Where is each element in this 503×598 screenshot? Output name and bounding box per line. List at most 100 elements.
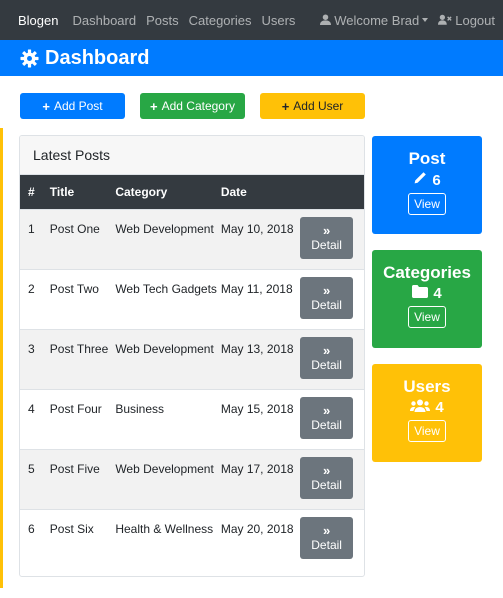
double-chevron-right-icon: » [322, 222, 331, 238]
row-date: May 17, 2018 [220, 461, 294, 476]
page-header: Dashboard [0, 40, 503, 76]
table-row: 4 Post Four Business May 15, 2018 » Detai… [20, 389, 364, 449]
plus-icon: + [42, 98, 50, 114]
view-users-button[interactable]: View [408, 420, 446, 442]
row-number: 3 [28, 341, 35, 356]
add-category-button[interactable]: + Add Category [140, 93, 245, 119]
double-chevron-right-icon: » [322, 402, 331, 418]
top-navbar: Blogen Dashboard Posts Categories Users … [0, 0, 503, 40]
welcome-text: Welcome Brad [334, 12, 420, 28]
double-chevron-right-icon: » [322, 342, 331, 358]
detail-label: Detail [311, 417, 342, 432]
user-dropdown[interactable]: Welcome Brad [320, 12, 429, 28]
user-times-icon [438, 13, 452, 28]
row-number: 2 [28, 281, 35, 296]
double-chevron-right-icon: » [322, 282, 331, 298]
nav-link-posts[interactable]: Posts [146, 13, 179, 28]
table-row: 6 Post Six Health & Wellness May 20, 201… [20, 509, 364, 569]
users-stat-card: Users 4 View [372, 364, 482, 462]
detail-label: Detail [311, 537, 342, 552]
view-posts-button[interactable]: View [408, 193, 446, 215]
row-category: Business [115, 401, 165, 416]
categories-stat-card: Categories 4 View [372, 250, 482, 348]
categories-stat-title: Categories [383, 263, 471, 282]
add-category-label: Add Category [161, 99, 235, 113]
detail-button[interactable]: » Detail [300, 216, 354, 259]
plus-icon: + [281, 98, 290, 114]
detail-label: Detail [311, 357, 342, 372]
row-number: 6 [28, 521, 35, 536]
posts-stat-title: Post [408, 149, 446, 168]
row-category: Web Development [115, 461, 214, 476]
row-date: May 20, 2018 [220, 521, 294, 536]
folder-icon [412, 285, 433, 302]
detail-button[interactable]: » Detail [300, 516, 354, 559]
column-header-actions [300, 175, 364, 209]
table-row: 2 Post Two Web Tech Gadgets May 11, 2018… [20, 269, 364, 329]
users-stat-count: 4 [435, 399, 444, 416]
column-header-category: Category [115, 184, 168, 199]
add-post-label: Add Post [53, 99, 103, 113]
row-category: Web Development [115, 221, 214, 236]
row-number: 4 [28, 401, 35, 416]
row-title: Post Four [49, 401, 102, 416]
double-chevron-right-icon: » [322, 522, 331, 538]
latest-posts-card: Latest Posts # Title Category Date 1 Pos… [19, 135, 365, 577]
pencil-icon [413, 171, 432, 189]
row-date: May 10, 2018 [220, 221, 294, 236]
add-user-label: Add User [293, 99, 344, 113]
double-chevron-right-icon: » [322, 462, 331, 478]
user-icon [320, 13, 332, 28]
page-title: Dashboard [20, 47, 149, 70]
nav-right: Welcome Brad Logout [320, 13, 495, 28]
caret-down-icon [422, 18, 429, 22]
detail-button[interactable]: » Detail [300, 336, 354, 379]
column-header-title: Title [49, 184, 75, 199]
gear-icon [20, 48, 39, 68]
table-row: 3 Post Three Web Development May 13, 201… [20, 329, 364, 389]
row-number: 5 [28, 461, 35, 476]
logout-label: Logout [455, 12, 495, 28]
detail-button[interactable]: » Detail [300, 456, 354, 499]
nav-link-dashboard[interactable]: Dashboard [72, 13, 136, 28]
view-categories-button[interactable]: View [408, 306, 446, 328]
brand-link[interactable]: Blogen [18, 13, 58, 28]
row-category: Web Tech Gadgets [115, 281, 217, 296]
detail-button[interactable]: » Detail [300, 396, 354, 439]
categories-stat-count-row: 4 [412, 285, 442, 302]
row-title: Post Two [49, 281, 99, 296]
page-title-text: Dashboard [45, 46, 150, 69]
column-header-number: # [28, 184, 35, 199]
categories-stat-count: 4 [433, 285, 442, 302]
users-icon [410, 399, 435, 416]
logout-link[interactable]: Logout [438, 13, 495, 28]
column-header-date: Date [220, 184, 247, 199]
latest-posts-title: Latest Posts [20, 136, 364, 175]
left-edge-strip [0, 128, 3, 588]
row-date: May 15, 2018 [220, 401, 294, 416]
row-title: Post Three [49, 341, 109, 356]
posts-stat-count: 6 [432, 171, 441, 189]
detail-label: Detail [311, 477, 342, 492]
nav-link-users[interactable]: Users [261, 13, 295, 28]
detail-label: Detail [311, 297, 342, 312]
table-row: 5 Post Five Web Development May 17, 2018… [20, 449, 364, 509]
users-stat-count-row: 4 [410, 399, 444, 416]
row-category: Web Development [115, 341, 214, 356]
table-header-row: # Title Category Date [20, 175, 364, 209]
detail-button[interactable]: » Detail [300, 276, 354, 319]
row-number: 1 [28, 221, 35, 236]
users-stat-title: Users [403, 377, 451, 396]
posts-table: # Title Category Date 1 Post One Web Dev… [20, 175, 364, 569]
add-user-button[interactable]: + Add User [260, 93, 365, 119]
posts-stat-count-row: 6 [413, 171, 441, 189]
action-bar: + Add Post + Add Category + Add User [20, 93, 365, 119]
posts-stat-card: Post 6 View [372, 136, 482, 234]
row-title: Post One [49, 221, 100, 236]
plus-icon: + [150, 98, 158, 114]
row-category: Health & Wellness [115, 521, 214, 536]
add-post-button[interactable]: + Add Post [20, 93, 125, 119]
row-date: May 13, 2018 [220, 341, 294, 356]
nav-link-categories[interactable]: Categories [189, 13, 252, 28]
table-row: 1 Post One Web Development May 10, 2018 … [20, 209, 364, 269]
